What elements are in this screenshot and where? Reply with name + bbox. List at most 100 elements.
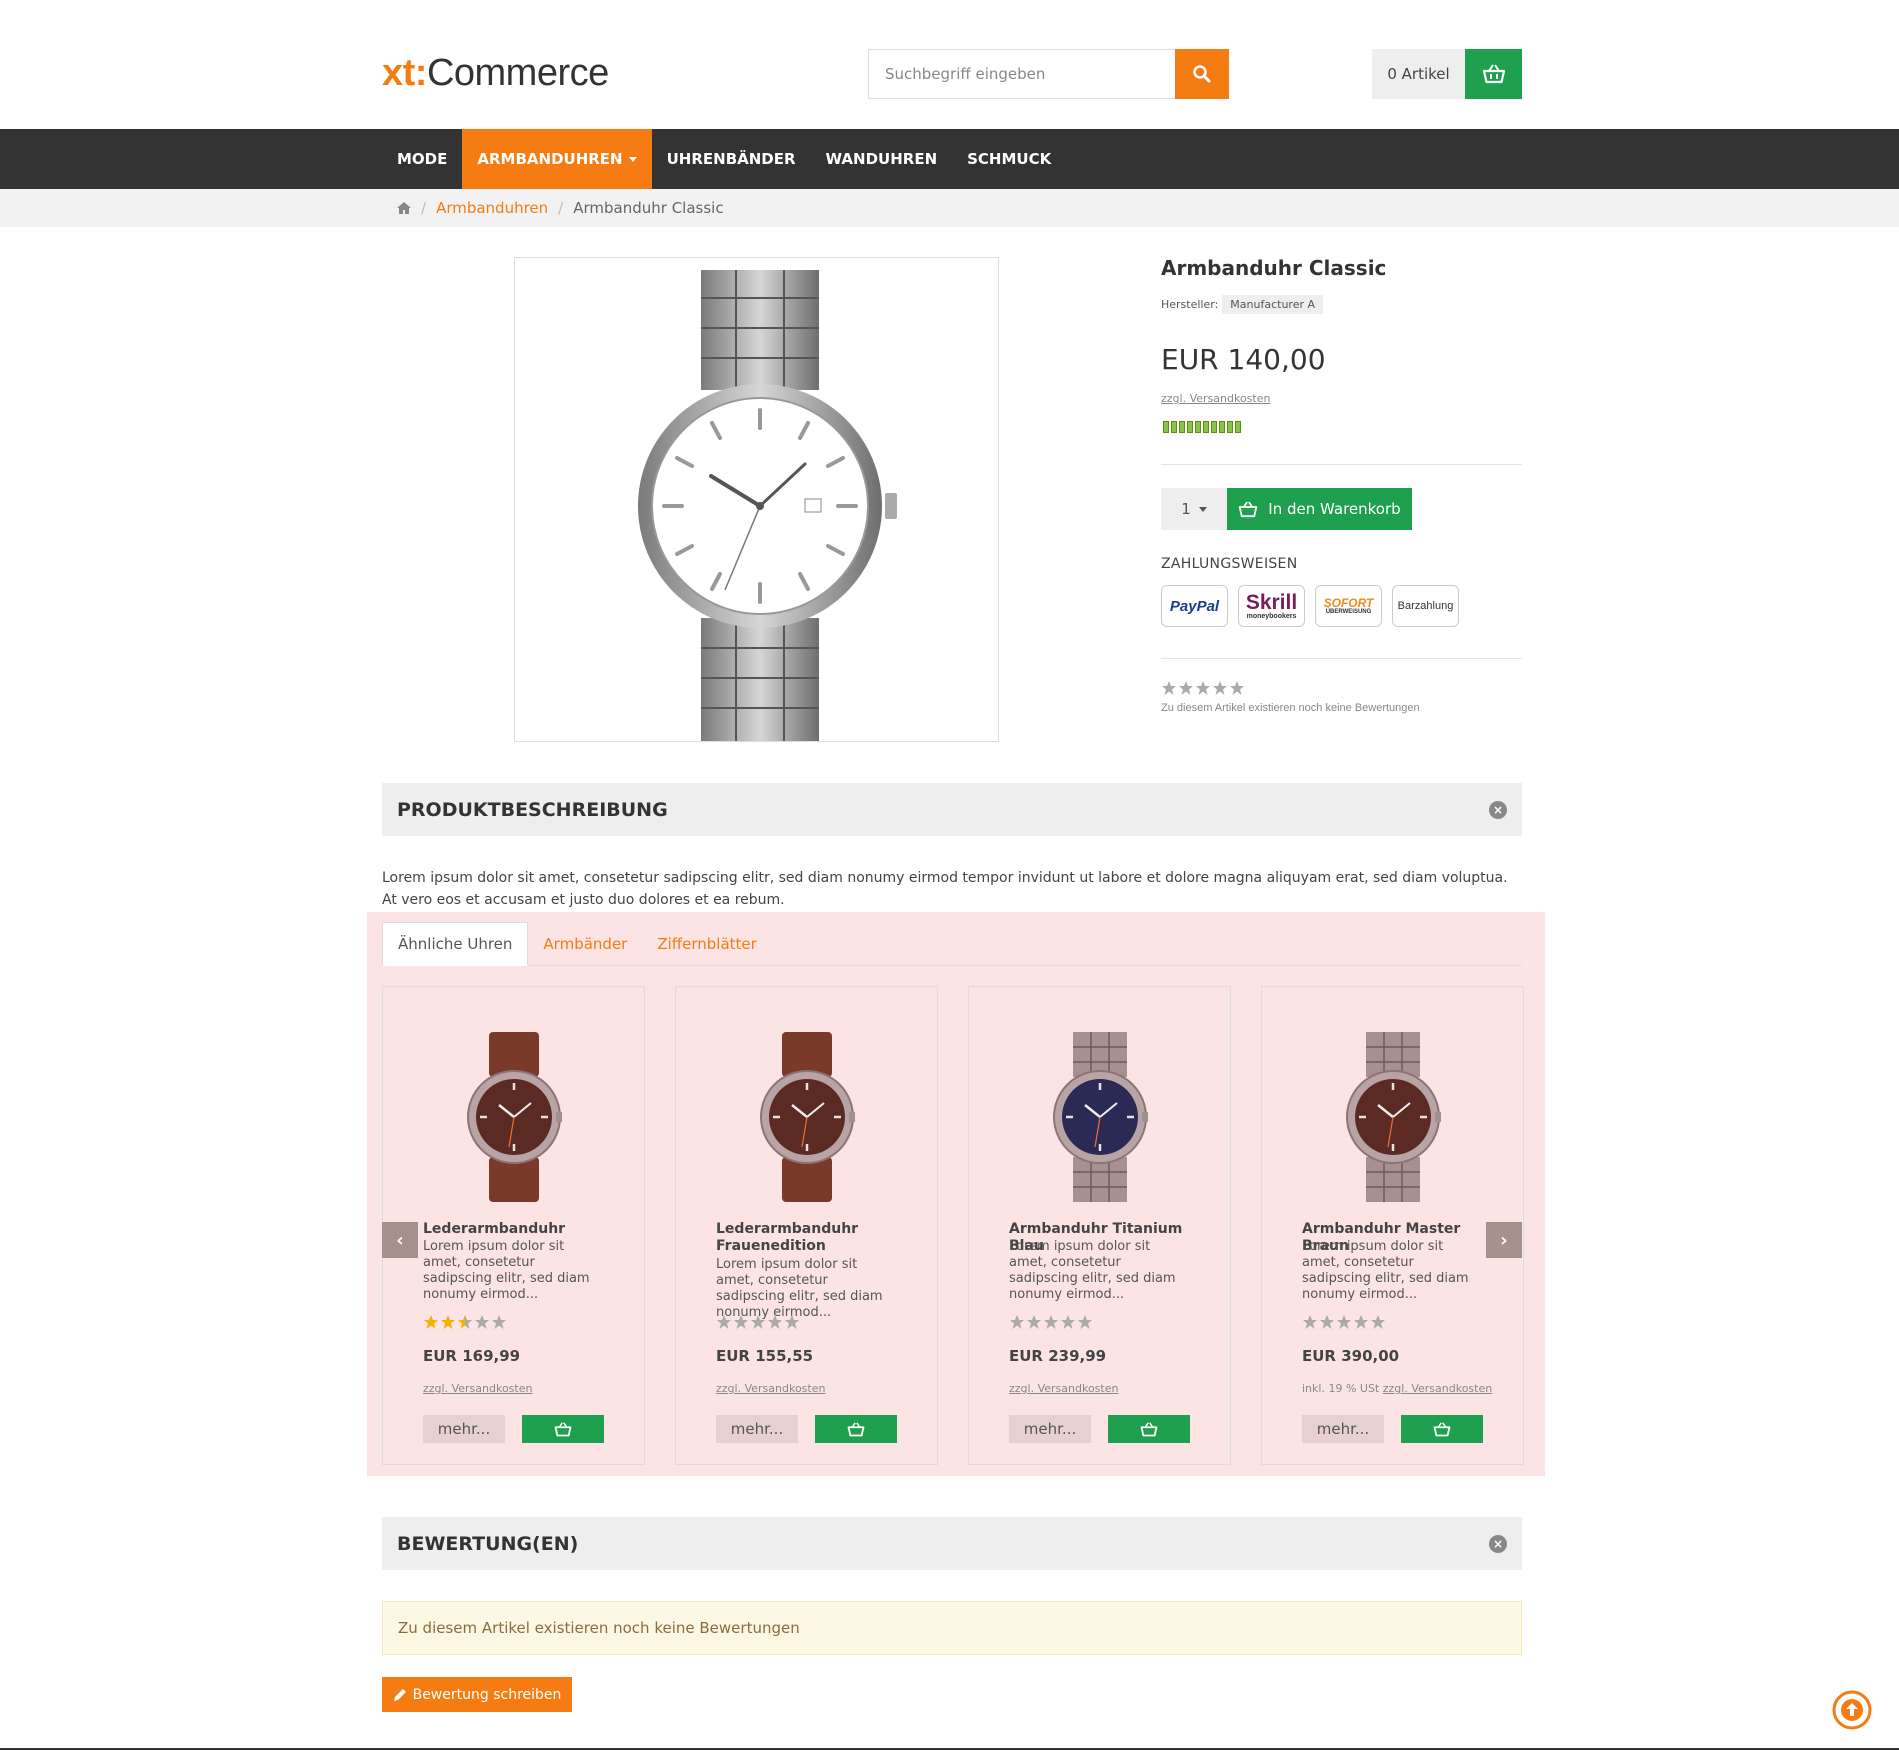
manufacturer-tag[interactable]: Manufacturer A	[1222, 295, 1324, 314]
reviews-header[interactable]: BEWERTUNG(EN) ×	[382, 1517, 1522, 1570]
star-icon	[1010, 1315, 1024, 1329]
close-icon[interactable]: ×	[1489, 800, 1507, 819]
cart-button[interactable]	[1465, 49, 1522, 99]
carousel-next-button[interactable]: ›	[1486, 1222, 1522, 1258]
description-header[interactable]: PRODUKTBESCHREIBUNG ×	[382, 783, 1522, 836]
search-button[interactable]	[1175, 49, 1229, 99]
star-icon	[492, 1315, 506, 1329]
tab-ziffernblaetter[interactable]: Ziffernblätter	[642, 922, 771, 966]
search-icon	[1193, 65, 1211, 83]
add-to-cart-label: In den Warenkorb	[1268, 500, 1401, 518]
close-icon[interactable]: ×	[1489, 1534, 1507, 1553]
shipping-link[interactable]: zzgl. Versandkosten	[1009, 1382, 1118, 1395]
tab-aehnliche-uhren[interactable]: Ähnliche Uhren	[382, 922, 529, 966]
basket-icon	[1140, 1421, 1158, 1436]
product-title: Armbanduhr Classic	[1161, 256, 1387, 280]
scroll-to-top-icon[interactable]	[1832, 1690, 1872, 1730]
add-to-cart-button[interactable]: In den Warenkorb	[1227, 488, 1412, 530]
write-review-button[interactable]: Bewertung schreiben	[382, 1677, 572, 1712]
cart-count[interactable]: 0 Artikel	[1372, 49, 1465, 99]
breadcrumb-link[interactable]: Armbanduhren	[436, 199, 548, 217]
caret-down-icon	[628, 156, 637, 162]
no-reviews-notice: Zu diesem Artikel existieren noch keine …	[382, 1601, 1522, 1655]
star-icon	[717, 1315, 731, 1329]
star-icon	[1354, 1315, 1368, 1329]
star-icon	[458, 1315, 472, 1329]
write-review-label: Bewertung schreiben	[412, 1686, 562, 1703]
product-card-image[interactable]	[1302, 1027, 1484, 1207]
star-icon	[1320, 1315, 1334, 1329]
shipping-link[interactable]: zzgl. Versandkosten	[423, 1382, 532, 1395]
basket-icon	[1239, 501, 1258, 517]
star-icon	[441, 1315, 455, 1329]
more-button[interactable]: mehr...	[1009, 1415, 1091, 1443]
main-nav: MODE ARMBANDUHREN UHRENBÄNDER WANDUHREN …	[0, 129, 1899, 189]
search-input[interactable]	[868, 49, 1175, 99]
product-card-image[interactable]	[716, 1027, 898, 1207]
more-button[interactable]: mehr...	[1302, 1415, 1384, 1443]
nav-item-uhrenbaender[interactable]: UHRENBÄNDER	[652, 129, 811, 189]
nav-item-armbanduhren[interactable]: ARMBANDUHREN	[462, 129, 652, 189]
basket-icon	[554, 1421, 572, 1436]
product-card-price: EUR 390,00	[1302, 1347, 1400, 1365]
star-icon	[424, 1315, 438, 1329]
product-card-title[interactable]: Lederarmbanduhr	[423, 1221, 623, 1238]
caret-down-icon	[1198, 506, 1207, 512]
divider	[1161, 658, 1522, 659]
breadcrumb-current: Armbanduhr Classic	[573, 199, 724, 217]
product-card[interactable]: Armbanduhr Master Braun Lorem ipsum dolo…	[1261, 986, 1524, 1465]
star-icon	[734, 1315, 748, 1329]
home-icon[interactable]	[397, 202, 411, 214]
product-card[interactable]: Lederarmbanduhr Frauenedition Lorem ipsu…	[675, 986, 938, 1465]
product-card-price: EUR 239,99	[1009, 1347, 1107, 1365]
star-icon	[1044, 1315, 1058, 1329]
shipping-link[interactable]: zzgl. Versandkosten	[716, 1382, 825, 1395]
skrill-logo: Skrill moneybookers	[1238, 585, 1305, 627]
nav-item-schmuck[interactable]: SCHMUCK	[952, 129, 1066, 189]
product-card-image[interactable]	[423, 1027, 605, 1207]
cash-payment-logo: Barzahlung	[1392, 585, 1459, 627]
related-tabs: Ähnliche Uhren Armbänder Ziffernblätter	[382, 922, 1522, 966]
card-add-to-cart-button[interactable]	[1401, 1415, 1483, 1443]
product-rating-stars	[1161, 680, 1245, 696]
logo-accent-text: xt:	[382, 52, 427, 94]
more-button[interactable]: mehr...	[423, 1415, 505, 1443]
product-card[interactable]: Lederarmbanduhr Lorem ipsum dolor sit am…	[382, 986, 645, 1465]
sofort-logo: SOFORT ÜBERWEISUNG	[1315, 585, 1382, 627]
breadcrumb-separator: /	[558, 199, 564, 217]
product-card-rating	[423, 1314, 507, 1330]
shipping-link[interactable]: zzgl. Versandkosten	[1383, 1382, 1492, 1395]
nav-item-mode[interactable]: MODE	[382, 129, 462, 189]
card-add-to-cart-button[interactable]	[815, 1415, 897, 1443]
card-add-to-cart-button[interactable]	[1108, 1415, 1190, 1443]
nav-item-wanduhren[interactable]: WANDUHREN	[811, 129, 953, 189]
product-card-image[interactable]	[1009, 1027, 1191, 1207]
product-card-price: EUR 155,55	[716, 1347, 814, 1365]
product-image[interactable]	[514, 257, 999, 742]
product-card[interactable]: Armbanduhr Titanium Blau Lorem ipsum dol…	[968, 986, 1231, 1465]
tab-armbaender[interactable]: Armbänder	[528, 922, 642, 966]
manufacturer: Hersteller: Manufacturer A	[1161, 295, 1324, 314]
product-card-rating	[1302, 1314, 1386, 1330]
product-card-price: EUR 169,99	[423, 1347, 521, 1365]
logo[interactable]: xt:Commerce	[382, 52, 609, 95]
mini-cart[interactable]: 0 Artikel	[1372, 49, 1522, 99]
card-add-to-cart-button[interactable]	[522, 1415, 604, 1443]
product-card-title[interactable]: Lederarmbanduhr Frauenedition	[716, 1221, 916, 1255]
watch-image	[638, 270, 897, 741]
star-icon	[1162, 681, 1176, 695]
carousel-prev-button[interactable]: ‹	[382, 1222, 418, 1258]
no-reviews-text: Zu diesem Artikel existieren noch keine …	[1161, 702, 1420, 714]
more-button[interactable]: mehr...	[716, 1415, 798, 1443]
quantity-select[interactable]: 1	[1161, 488, 1227, 530]
product-card-shipping: zzgl. Versandkosten	[716, 1382, 825, 1395]
product-card-shipping: zzgl. Versandkosten	[423, 1382, 532, 1395]
reviews-heading: BEWERTUNG(EN)	[397, 1532, 579, 1555]
nav-item-label: ARMBANDUHREN	[477, 150, 623, 168]
star-icon	[751, 1315, 765, 1329]
product-card-shipping: inkl. 19 % USt zzgl. Versandkosten	[1302, 1382, 1492, 1395]
manufacturer-label: Hersteller:	[1161, 298, 1219, 311]
product-card-description: Lorem ipsum dolor sit amet, consetetur s…	[423, 1239, 590, 1302]
star-icon	[1303, 1315, 1317, 1329]
shipping-link[interactable]: zzgl. Versandkosten	[1161, 392, 1270, 405]
